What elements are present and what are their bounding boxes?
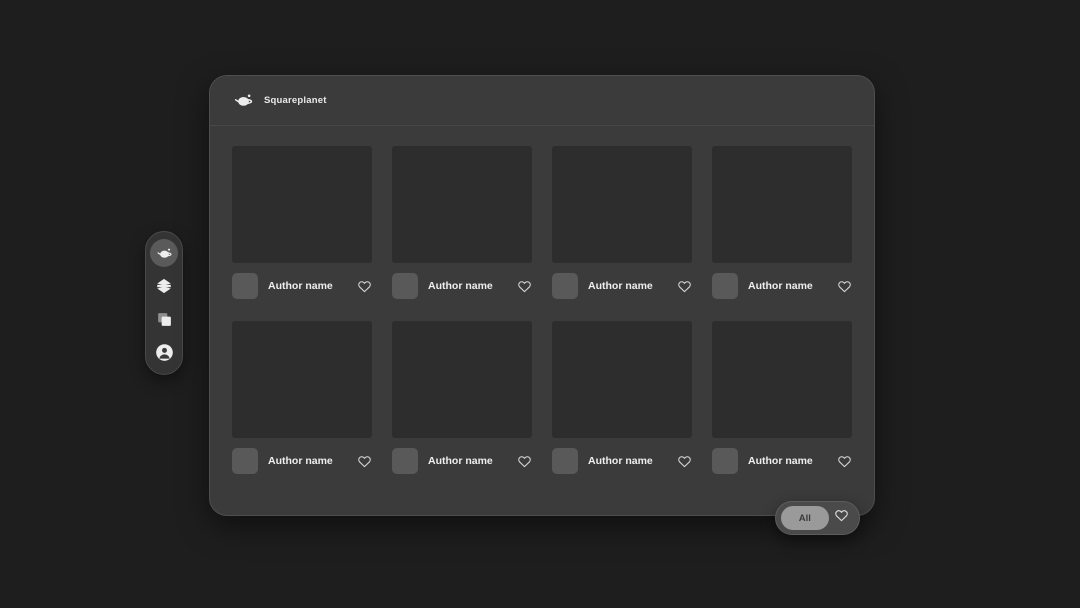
card-item[interactable]: Author name <box>392 146 532 299</box>
card-meta: Author name <box>232 273 372 299</box>
layers-icon <box>155 277 173 295</box>
sidebar-item-planet[interactable] <box>150 239 178 267</box>
card-item[interactable]: Author name <box>552 146 692 299</box>
planet-icon <box>156 245 173 262</box>
card-item[interactable]: Author name <box>552 321 692 474</box>
heart-outline-icon[interactable] <box>516 278 532 294</box>
avatar <box>392 448 418 474</box>
filter-liked-button[interactable] <box>829 506 854 530</box>
planet-icon <box>232 90 254 112</box>
filter-all-button[interactable]: All <box>781 506 829 530</box>
heart-outline-icon[interactable] <box>676 278 692 294</box>
heart-outline-icon[interactable] <box>516 453 532 469</box>
panel-header: Squareplanet <box>210 76 874 126</box>
card-author-name: Author name <box>588 455 653 467</box>
heart-outline-icon <box>834 508 849 528</box>
sidebar <box>145 231 183 375</box>
card-thumbnail[interactable] <box>552 321 692 438</box>
avatar <box>552 448 578 474</box>
card-thumbnail[interactable] <box>712 146 852 263</box>
card-author-name: Author name <box>428 455 493 467</box>
card-meta: Author name <box>392 448 532 474</box>
avatar <box>552 273 578 299</box>
card-thumbnail[interactable] <box>232 321 372 438</box>
card-item[interactable]: Author name <box>392 321 532 474</box>
sidebar-item-profile[interactable] <box>150 339 178 367</box>
card-meta: Author name <box>712 448 852 474</box>
copy-icon <box>156 311 173 328</box>
main-panel: Squareplanet Author name Author name Aut… <box>209 75 875 516</box>
card-item[interactable]: Author name <box>232 146 372 299</box>
card-meta: Author name <box>552 273 692 299</box>
card-author-name: Author name <box>268 280 333 292</box>
heart-outline-icon[interactable] <box>356 278 372 294</box>
card-thumbnail[interactable] <box>392 146 532 263</box>
card-author-name: Author name <box>748 280 813 292</box>
card-thumbnail[interactable] <box>712 321 852 438</box>
card-thumbnail[interactable] <box>232 146 372 263</box>
card-thumbnail[interactable] <box>392 321 532 438</box>
avatar <box>712 273 738 299</box>
app-root: Squareplanet Author name Author name Aut… <box>0 0 1080 608</box>
heart-outline-icon[interactable] <box>356 453 372 469</box>
avatar <box>232 448 258 474</box>
card-thumbnail[interactable] <box>552 146 692 263</box>
avatar <box>712 448 738 474</box>
card-meta: Author name <box>552 448 692 474</box>
page-title: Squareplanet <box>264 95 327 106</box>
card-item[interactable]: Author name <box>712 146 852 299</box>
filter-bar: All <box>775 501 860 535</box>
card-item[interactable]: Author name <box>232 321 372 474</box>
card-meta: Author name <box>392 273 532 299</box>
heart-outline-icon[interactable] <box>836 453 852 469</box>
card-author-name: Author name <box>428 280 493 292</box>
card-author-name: Author name <box>588 280 653 292</box>
avatar <box>232 273 258 299</box>
sidebar-item-copy[interactable] <box>150 306 178 334</box>
card-grid: Author name Author name Author name Auth… <box>210 126 874 474</box>
heart-outline-icon[interactable] <box>836 278 852 294</box>
heart-outline-icon[interactable] <box>676 453 692 469</box>
card-author-name: Author name <box>268 455 333 467</box>
card-meta: Author name <box>712 273 852 299</box>
sidebar-item-layers[interactable] <box>150 272 178 300</box>
avatar <box>392 273 418 299</box>
profile-icon <box>155 343 174 362</box>
card-item[interactable]: Author name <box>712 321 852 474</box>
card-author-name: Author name <box>748 455 813 467</box>
card-meta: Author name <box>232 448 372 474</box>
